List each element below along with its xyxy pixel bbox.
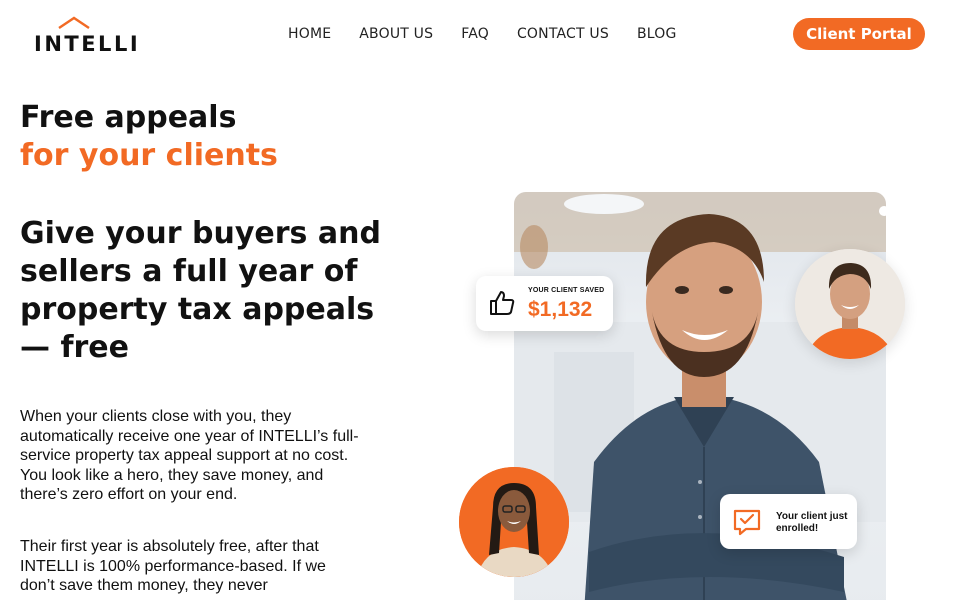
intelli-logo[interactable]: INTELLI bbox=[34, 16, 154, 56]
client-enrolled-card: Your client just enrolled! bbox=[720, 494, 857, 549]
hero-eyebrow-line2: for your clients bbox=[20, 138, 278, 173]
hero-headline: Give your buyers and sellers a full year… bbox=[20, 216, 381, 365]
hero-paragraph-2: Their first year is absolutely free, aft… bbox=[20, 538, 326, 594]
client-avatar-man bbox=[795, 249, 905, 359]
nav-blog[interactable]: BLOG bbox=[637, 26, 677, 42]
client-portal-button[interactable]: Client Portal bbox=[793, 18, 925, 50]
checkbox-message-icon bbox=[733, 509, 761, 536]
logo-text: INTELLI bbox=[34, 32, 141, 56]
woman-avatar-illustration bbox=[459, 467, 569, 577]
nav-faq[interactable]: FAQ bbox=[461, 26, 489, 42]
saved-amount: $1,132 bbox=[528, 298, 593, 321]
nav-contact-us[interactable]: CONTACT US bbox=[517, 26, 609, 42]
thumbs-up-icon bbox=[490, 291, 515, 315]
man-avatar-illustration bbox=[795, 249, 905, 359]
client-saved-card: YOUR CLIENT SAVED $1,132 bbox=[476, 276, 613, 331]
hero-eyebrow-line1: Free appeals bbox=[20, 100, 237, 135]
hero-paragraph-1: When your clients close with you, they a… bbox=[20, 408, 359, 503]
main-nav: HOME ABOUT US FAQ CONTACT US BLOG bbox=[288, 26, 677, 42]
enrolled-text: Your client just enrolled! bbox=[776, 511, 848, 534]
saved-label: YOUR CLIENT SAVED bbox=[528, 287, 605, 294]
client-avatar-woman bbox=[459, 467, 569, 577]
nav-home[interactable]: HOME bbox=[288, 26, 331, 42]
nav-about-us[interactable]: ABOUT US bbox=[359, 26, 433, 42]
site-header: INTELLI HOME ABOUT US FAQ CONTACT US BLO… bbox=[0, 0, 960, 70]
